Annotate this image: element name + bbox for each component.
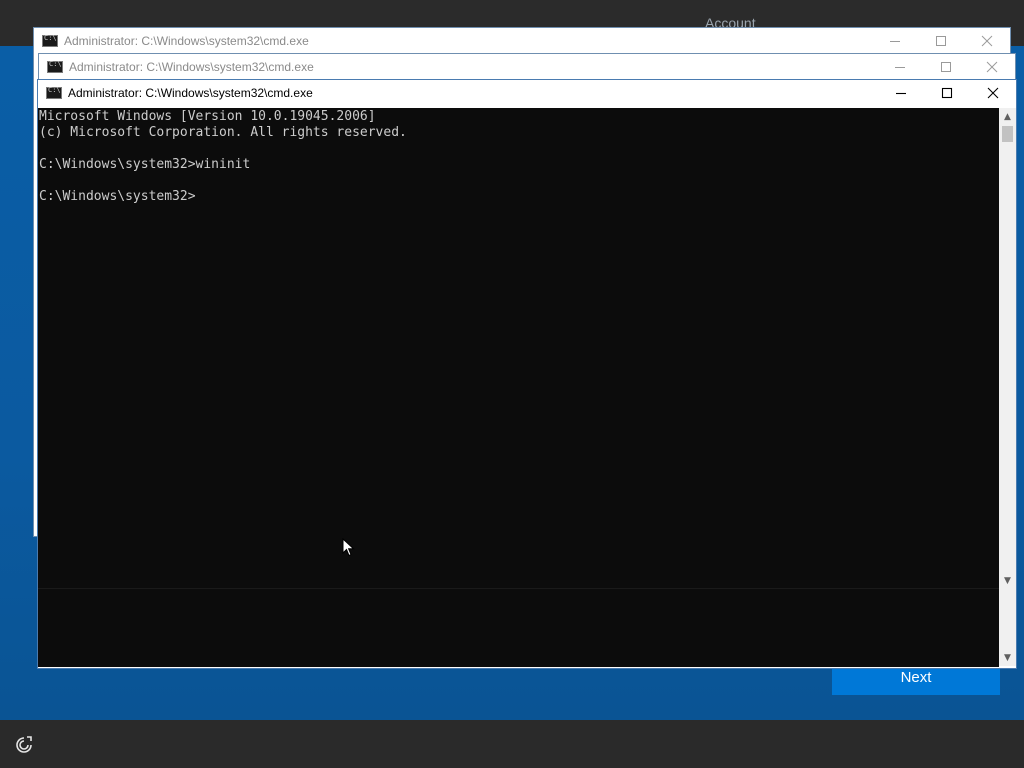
titlebar[interactable]: Administrator: C:\Windows\system32\cmd.e… [38, 80, 1016, 106]
console-output: Microsoft Windows [Version 10.0.19045.20… [39, 109, 407, 204]
minimize-button[interactable] [877, 54, 923, 80]
window-title: Administrator: C:\Windows\system32\cmd.e… [68, 86, 313, 100]
cmd-app-icon [46, 86, 62, 99]
mouse-cursor-icon [342, 538, 355, 557]
close-button[interactable] [964, 28, 1010, 54]
ease-of-access-icon[interactable] [14, 735, 34, 755]
maximize-button[interactable] [923, 54, 969, 80]
oobe-bottom-bar [0, 720, 1024, 768]
scroll-down-icon[interactable]: ▼ [999, 649, 1016, 666]
scroll-down-icon[interactable]: ▼ [999, 572, 1016, 589]
cmd-app-icon [47, 60, 63, 73]
scroll-up-icon[interactable]: ▲ [999, 108, 1016, 125]
scroll-thumb[interactable] [1002, 126, 1013, 142]
minimize-button[interactable] [878, 80, 924, 106]
close-button[interactable] [969, 54, 1015, 80]
maximize-button[interactable] [924, 80, 970, 106]
window-title: Administrator: C:\Windows\system32\cmd.e… [64, 34, 309, 48]
maximize-button[interactable] [918, 28, 964, 54]
cmd-app-icon [42, 34, 58, 47]
console-area[interactable]: Microsoft Windows [Version 10.0.19045.20… [38, 108, 999, 666]
minimize-button[interactable] [872, 28, 918, 54]
vertical-scrollbar[interactable]: ▲ ▼ ▼ [999, 108, 1016, 666]
cmd-window-active[interactable]: Administrator: C:\Windows\system32\cmd.e… [38, 80, 1016, 668]
window-title: Administrator: C:\Windows\system32\cmd.e… [69, 60, 314, 74]
titlebar[interactable]: Administrator: C:\Windows\system32\cmd.e… [34, 28, 1010, 54]
titlebar[interactable]: Administrator: C:\Windows\system32\cmd.e… [39, 54, 1015, 80]
close-button[interactable] [970, 80, 1016, 106]
console-lower-pane[interactable] [38, 588, 999, 667]
